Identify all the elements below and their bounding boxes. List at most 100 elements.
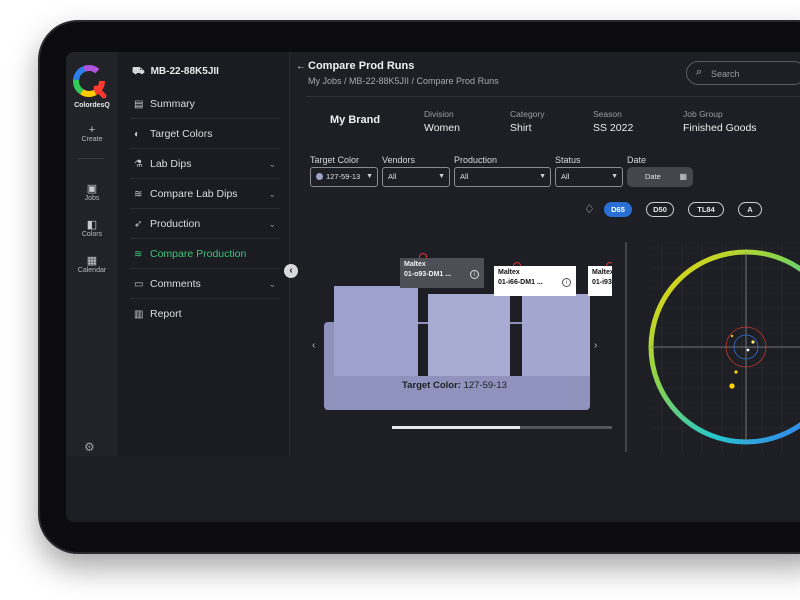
app-logo-icon [73, 65, 107, 99]
create-button[interactable]: + Create [66, 124, 118, 143]
sample-point[interactable] [729, 383, 735, 389]
division-value: Women [424, 122, 460, 134]
vendors-value: All [388, 172, 397, 181]
carousel-scroll-thumb[interactable] [392, 426, 520, 429]
sidebar-item-compare-lab-dips[interactable]: ≋ Compare Lab Dips ⌄ [130, 179, 280, 209]
sample-swatch-3[interactable] [522, 294, 590, 376]
target-point [746, 348, 750, 352]
search-box[interactable]: ⌕ [686, 61, 800, 85]
vendors-filter: Vendors All ▼ [382, 155, 450, 187]
calendar-icon: ▦ [86, 255, 98, 267]
status-filter: Status All ▼ [555, 155, 623, 187]
status-label: Status [555, 155, 581, 165]
icon-rail: ColordesQ + Create ▣ Jobs ◧ Colors ▦ Cal… [66, 52, 118, 456]
job-group-value: Finished Goods [683, 122, 757, 134]
division-label: Division [424, 109, 454, 119]
sample-card-2[interactable]: Maltex 01-i66-DM1 ... i [494, 266, 576, 296]
season-label: Season [593, 109, 622, 119]
status-select[interactable]: All ▼ [555, 167, 623, 187]
info-icon[interactable]: i [470, 270, 479, 279]
chevron-right-icon[interactable]: › [594, 340, 597, 351]
nav-calendar[interactable]: ▦ Calendar [66, 255, 118, 274]
sidebar-item-label: Target Colors [150, 128, 213, 140]
category-field: Category Shirt [510, 109, 545, 134]
date-label: Date [627, 155, 647, 165]
job-header: ⛟ MB-22-88K5JII [132, 66, 219, 79]
sidebar-item-production[interactable]: ➶ Production ⌄ [130, 209, 280, 239]
lightbulb-icon: ♢ [584, 202, 595, 216]
target-color-caption: Target Color: 127-59-13 [402, 380, 507, 391]
category-label: Category [510, 109, 545, 119]
chevron-down-icon: ⌄ [268, 219, 276, 229]
chevron-left-icon[interactable]: ‹ [312, 340, 315, 351]
target-color-filter: Target Color 127-59-13 ▼ [310, 155, 378, 187]
sample-point[interactable] [734, 370, 738, 374]
briefcase-icon: ▣ [86, 183, 98, 195]
sidebar-item-lab-dips[interactable]: ⚗ Lab Dips ⌄ [130, 149, 280, 179]
settings-gear-icon[interactable]: ⚙ [84, 440, 95, 454]
vendors-select[interactable]: All ▼ [382, 167, 450, 187]
sidebar-item-label: Compare Production [150, 248, 247, 260]
layers-icon: ≋ [134, 249, 143, 260]
flask-icon: ⚗ [134, 159, 143, 170]
target-color-select[interactable]: 127-59-13 ▼ [310, 167, 378, 187]
brand-name: ColordesQ [74, 102, 110, 109]
division-field: Division Women [424, 109, 460, 134]
illuminant-tl84-button[interactable]: TL84 [688, 202, 724, 217]
swatch-icon: ◧ [86, 219, 98, 231]
search-icon: ⌕ [696, 66, 703, 78]
swatch-gap [510, 324, 522, 376]
sample-card-1[interactable]: Maltex 01-o93-DM1 ... i [400, 258, 484, 288]
illuminant-d65-button[interactable]: D65 [604, 202, 632, 217]
caret-down-icon: ▼ [438, 173, 445, 180]
sidebar-item-label: Lab Dips [150, 158, 192, 170]
chevron-down-icon: ⌄ [268, 159, 276, 169]
vendor-name: Maltex [404, 261, 426, 268]
sidebar-item-label: Report [150, 308, 182, 320]
season-field: Season SS 2022 [593, 109, 633, 134]
season-value: SS 2022 [593, 122, 634, 134]
date-value: Date [645, 172, 661, 181]
sidebar-item-label: Production [150, 218, 201, 230]
rail-divider [78, 158, 104, 159]
chat-icon: ▭ [134, 279, 144, 290]
layers-icon: ≋ [134, 189, 143, 200]
nav-colors[interactable]: ◧ Colors [66, 219, 118, 238]
target-caption-label: Target Color: [402, 380, 461, 391]
sidebar-item-summary[interactable]: ▤ Summary [130, 89, 280, 119]
sidebar-item-target-colors[interactable]: ◐ Target Colors [130, 119, 280, 149]
sidebar-item-compare-production[interactable]: ≋ Compare Production [130, 239, 280, 269]
chevron-down-icon: ⌄ [268, 189, 276, 199]
page-title: Compare Prod Runs [308, 60, 415, 72]
target-color-label: Target Color [310, 155, 360, 165]
sidebar-item-comments[interactable]: ▭ Comments ⌄ [130, 269, 280, 299]
production-select[interactable]: All ▼ [454, 167, 551, 187]
sample-point[interactable] [751, 340, 755, 344]
vendors-label: Vendors [382, 155, 416, 165]
sidebar-item-label: Compare Lab Dips [150, 188, 238, 200]
sample-name: 01-i66-DM1 ... [498, 279, 543, 286]
sample-point[interactable] [730, 334, 734, 338]
breadcrumb[interactable]: My Jobs / MB-22-88K5JII / Compare Prod R… [308, 76, 499, 86]
nav-jobs[interactable]: ▣ Jobs [66, 183, 118, 202]
caret-down-icon: ▼ [611, 173, 618, 180]
production-value: All [460, 172, 469, 181]
info-icon[interactable]: i [562, 278, 571, 287]
search-input[interactable] [711, 66, 791, 81]
illuminant-d50-button[interactable]: D50 [646, 202, 674, 217]
caret-down-icon: ▼ [539, 173, 546, 180]
caret-down-icon: ▼ [366, 173, 373, 180]
date-picker[interactable]: Date ▦ [627, 167, 693, 187]
sidebar-item-report[interactable]: ▥ Report [130, 299, 280, 329]
date-filter: Date Date ▦ [627, 155, 693, 187]
sample-swatch-2[interactable] [428, 294, 510, 376]
palette-icon: ◐ [134, 129, 141, 140]
production-filter: Production All ▼ [454, 155, 551, 187]
colors-label: Colors [81, 231, 103, 238]
plus-icon: + [88, 124, 96, 136]
sample-swatch-1[interactable] [334, 286, 418, 376]
back-arrow-icon[interactable]: ← [296, 61, 306, 72]
main-content: ← Compare Prod Runs My Jobs / MB-22-88K5… [290, 52, 800, 522]
target-color-value: 127-59-13 [326, 172, 361, 181]
illuminant-a-button[interactable]: A [738, 202, 762, 217]
